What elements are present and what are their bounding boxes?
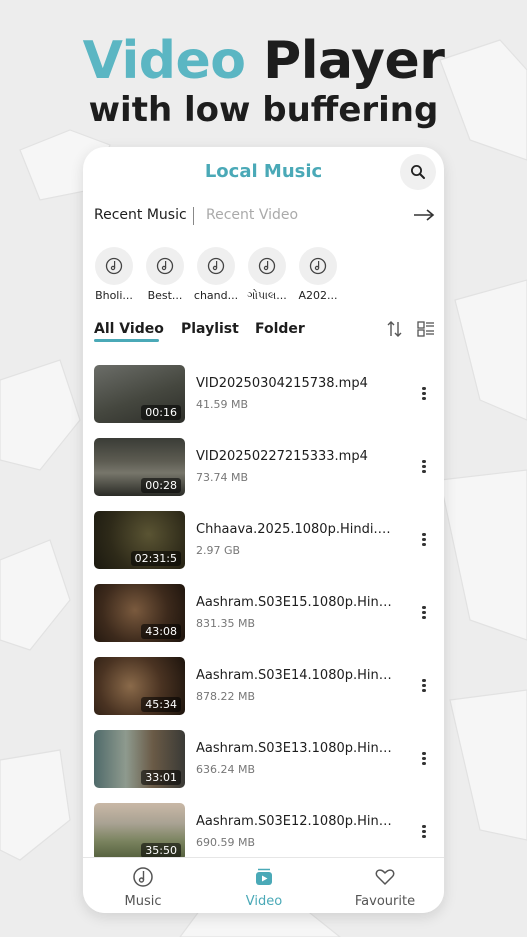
headline: Video Player with low buffering: [0, 30, 527, 130]
more-options-icon[interactable]: [419, 604, 429, 624]
recent-music-item[interactable]: chand...: [191, 247, 241, 302]
more-options-icon[interactable]: [419, 677, 429, 697]
music-icon: [133, 867, 153, 887]
video-size: 831.35 MB: [196, 617, 256, 630]
headline-accent: Video: [82, 31, 246, 91]
video-row[interactable]: 33:01 Aashram.S03E13.1080p.Hind... 636.2…: [83, 730, 444, 790]
recent-music-label: A202...: [298, 289, 338, 302]
video-thumbnail: 35:50: [94, 803, 185, 861]
heart-icon: [375, 869, 395, 885]
bottom-nav: Music Video Favourite: [83, 857, 444, 913]
tab-divider: [193, 207, 194, 225]
sort-icon[interactable]: [386, 320, 404, 338]
recent-tabs: Recent Music Recent Video: [83, 205, 444, 231]
more-options-icon[interactable]: [419, 385, 429, 405]
music-disc-icon: [309, 257, 327, 275]
recent-music-label: Best...: [147, 289, 183, 302]
video-row[interactable]: 45:34 Aashram.S03E14.1080p.Hind... 878.2…: [83, 657, 444, 717]
video-name: Aashram.S03E14.1080p.Hind...: [196, 668, 396, 683]
recent-music-label: Bholi...: [95, 289, 133, 302]
more-options-icon[interactable]: [419, 750, 429, 770]
more-options-icon[interactable]: [419, 458, 429, 478]
video-size: 41.59 MB: [196, 398, 249, 411]
headline-title: Video Player: [0, 30, 527, 92]
music-disc-icon: [105, 257, 123, 275]
more-options-icon[interactable]: [419, 823, 429, 843]
more-options-icon[interactable]: [419, 531, 429, 551]
video-icon: [256, 868, 272, 885]
video-thumbnail: 45:34: [94, 657, 185, 715]
video-size: 690.59 MB: [196, 836, 256, 849]
arrow-right-icon[interactable]: [413, 207, 435, 223]
recent-music-label: chand...: [193, 289, 239, 302]
video-name: Aashram.S03E15.1080p.Hind...: [196, 595, 396, 610]
video-name: VID20250227215333.mp4: [196, 449, 368, 464]
video-row[interactable]: 02:31:5 Chhaava.2025.1080p.Hindi.W... 2.…: [83, 511, 444, 571]
video-size: 73.74 MB: [196, 471, 249, 484]
nav-music-label: Music: [124, 894, 162, 909]
video-duration: 00:28: [141, 478, 181, 493]
list-view-icon[interactable]: [417, 320, 435, 338]
video-row[interactable]: 35:50 Aashram.S03E12.1080p.Hind... 690.5…: [83, 803, 444, 863]
video-tabs: All Video Playlist Folder: [83, 319, 444, 349]
video-thumbnail: 02:31:5: [94, 511, 185, 569]
video-size: 878.22 MB: [196, 690, 256, 703]
nav-favourite[interactable]: Favourite: [340, 866, 430, 909]
video-row[interactable]: 00:16 VID20250304215738.mp4 41.59 MB: [83, 365, 444, 425]
nav-favourite-label: Favourite: [354, 894, 416, 909]
video-name: Chhaava.2025.1080p.Hindi.W...: [196, 522, 396, 537]
app-bar: Local Music: [83, 147, 444, 199]
recent-music-item[interactable]: Best...: [140, 247, 190, 302]
music-disc-icon: [156, 257, 174, 275]
music-disc-icon: [258, 257, 276, 275]
recent-music-list: Bholi... Best... chand... ગોપાલ... A202.…: [83, 247, 444, 303]
video-name: VID20250304215738.mp4: [196, 376, 368, 391]
video-size: 636.24 MB: [196, 763, 256, 776]
nav-video-label: Video: [245, 894, 283, 909]
recent-video-tab[interactable]: Recent Video: [206, 207, 298, 223]
phone-frame: Local Music Recent Music Recent Video Bh…: [83, 147, 444, 913]
tab-folder[interactable]: Folder: [255, 321, 305, 337]
app-title: Local Music: [204, 161, 323, 182]
video-duration: 33:01: [141, 770, 181, 785]
video-duration: 35:50: [141, 843, 181, 858]
recent-music-tab[interactable]: Recent Music: [94, 207, 187, 223]
video-row[interactable]: 43:08 Aashram.S03E15.1080p.Hind... 831.3…: [83, 584, 444, 644]
search-button[interactable]: [400, 154, 436, 190]
recent-music-item[interactable]: ગોપાલ...: [242, 247, 292, 303]
music-disc-icon: [207, 257, 225, 275]
video-duration: 45:34: [141, 697, 181, 712]
video-size: 2.97 GB: [196, 544, 241, 557]
video-thumbnail: 00:16: [94, 365, 185, 423]
recent-music-item[interactable]: Bholi...: [89, 247, 139, 302]
tab-playlist[interactable]: Playlist: [181, 321, 239, 337]
active-tab-indicator: [94, 339, 159, 342]
video-thumbnail: 00:28: [94, 438, 185, 496]
video-duration: 43:08: [141, 624, 181, 639]
nav-music[interactable]: Music: [98, 866, 188, 909]
video-duration: 02:31:5: [130, 551, 181, 566]
video-thumbnail: 33:01: [94, 730, 185, 788]
video-duration: 00:16: [141, 405, 181, 420]
video-name: Aashram.S03E13.1080p.Hind...: [196, 741, 396, 756]
headline-rest: Player: [263, 31, 445, 91]
nav-video[interactable]: Video: [219, 866, 309, 909]
recent-music-label: ગોપાલ...: [247, 289, 287, 302]
search-icon: [411, 165, 425, 179]
tab-all-video[interactable]: All Video: [94, 321, 164, 337]
headline-subtitle: with low buffering: [88, 90, 439, 130]
video-row[interactable]: 00:28 VID20250227215333.mp4 73.74 MB: [83, 438, 444, 498]
recent-music-item[interactable]: A202...: [293, 247, 343, 302]
video-name: Aashram.S03E12.1080p.Hind...: [196, 814, 396, 829]
video-thumbnail: 43:08: [94, 584, 185, 642]
